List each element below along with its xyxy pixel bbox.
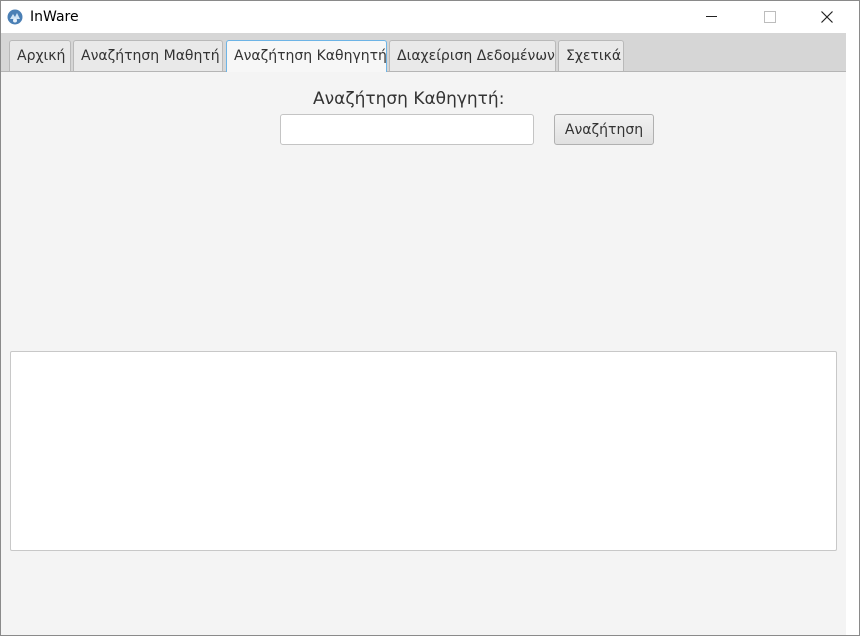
window-title: InWare (30, 9, 79, 25)
minimize-button[interactable] (689, 1, 735, 33)
close-button[interactable] (804, 1, 850, 33)
tab-student-search[interactable]: Αναζήτηση Μαθητή (73, 40, 223, 71)
maximize-button[interactable] (746, 1, 792, 33)
tab-data-management[interactable]: Διαχείριση Δεδομένων (389, 40, 556, 71)
app-logo-icon (7, 9, 23, 25)
tab-home[interactable]: Αρχική (9, 40, 71, 71)
app-window: InWare Αρχική Αναζήτηση Μαθητή Αναζήτηση… (0, 0, 860, 636)
teacher-search-label: Αναζήτηση Καθηγητή: (313, 89, 505, 109)
window-edge (846, 33, 859, 635)
teacher-search-input[interactable] (280, 114, 534, 145)
tab-teacher-search[interactable]: Αναζήτηση Καθηγητή (226, 40, 387, 72)
title-bar[interactable]: InWare (1, 1, 859, 33)
tab-about[interactable]: Σχετικά (558, 40, 624, 71)
results-text-area[interactable] (10, 351, 837, 551)
tab-bar: Αρχική Αναζήτηση Μαθητή Αναζήτηση Καθηγη… (1, 33, 846, 72)
search-button[interactable]: Αναζήτηση (554, 114, 654, 145)
close-icon (821, 11, 833, 23)
